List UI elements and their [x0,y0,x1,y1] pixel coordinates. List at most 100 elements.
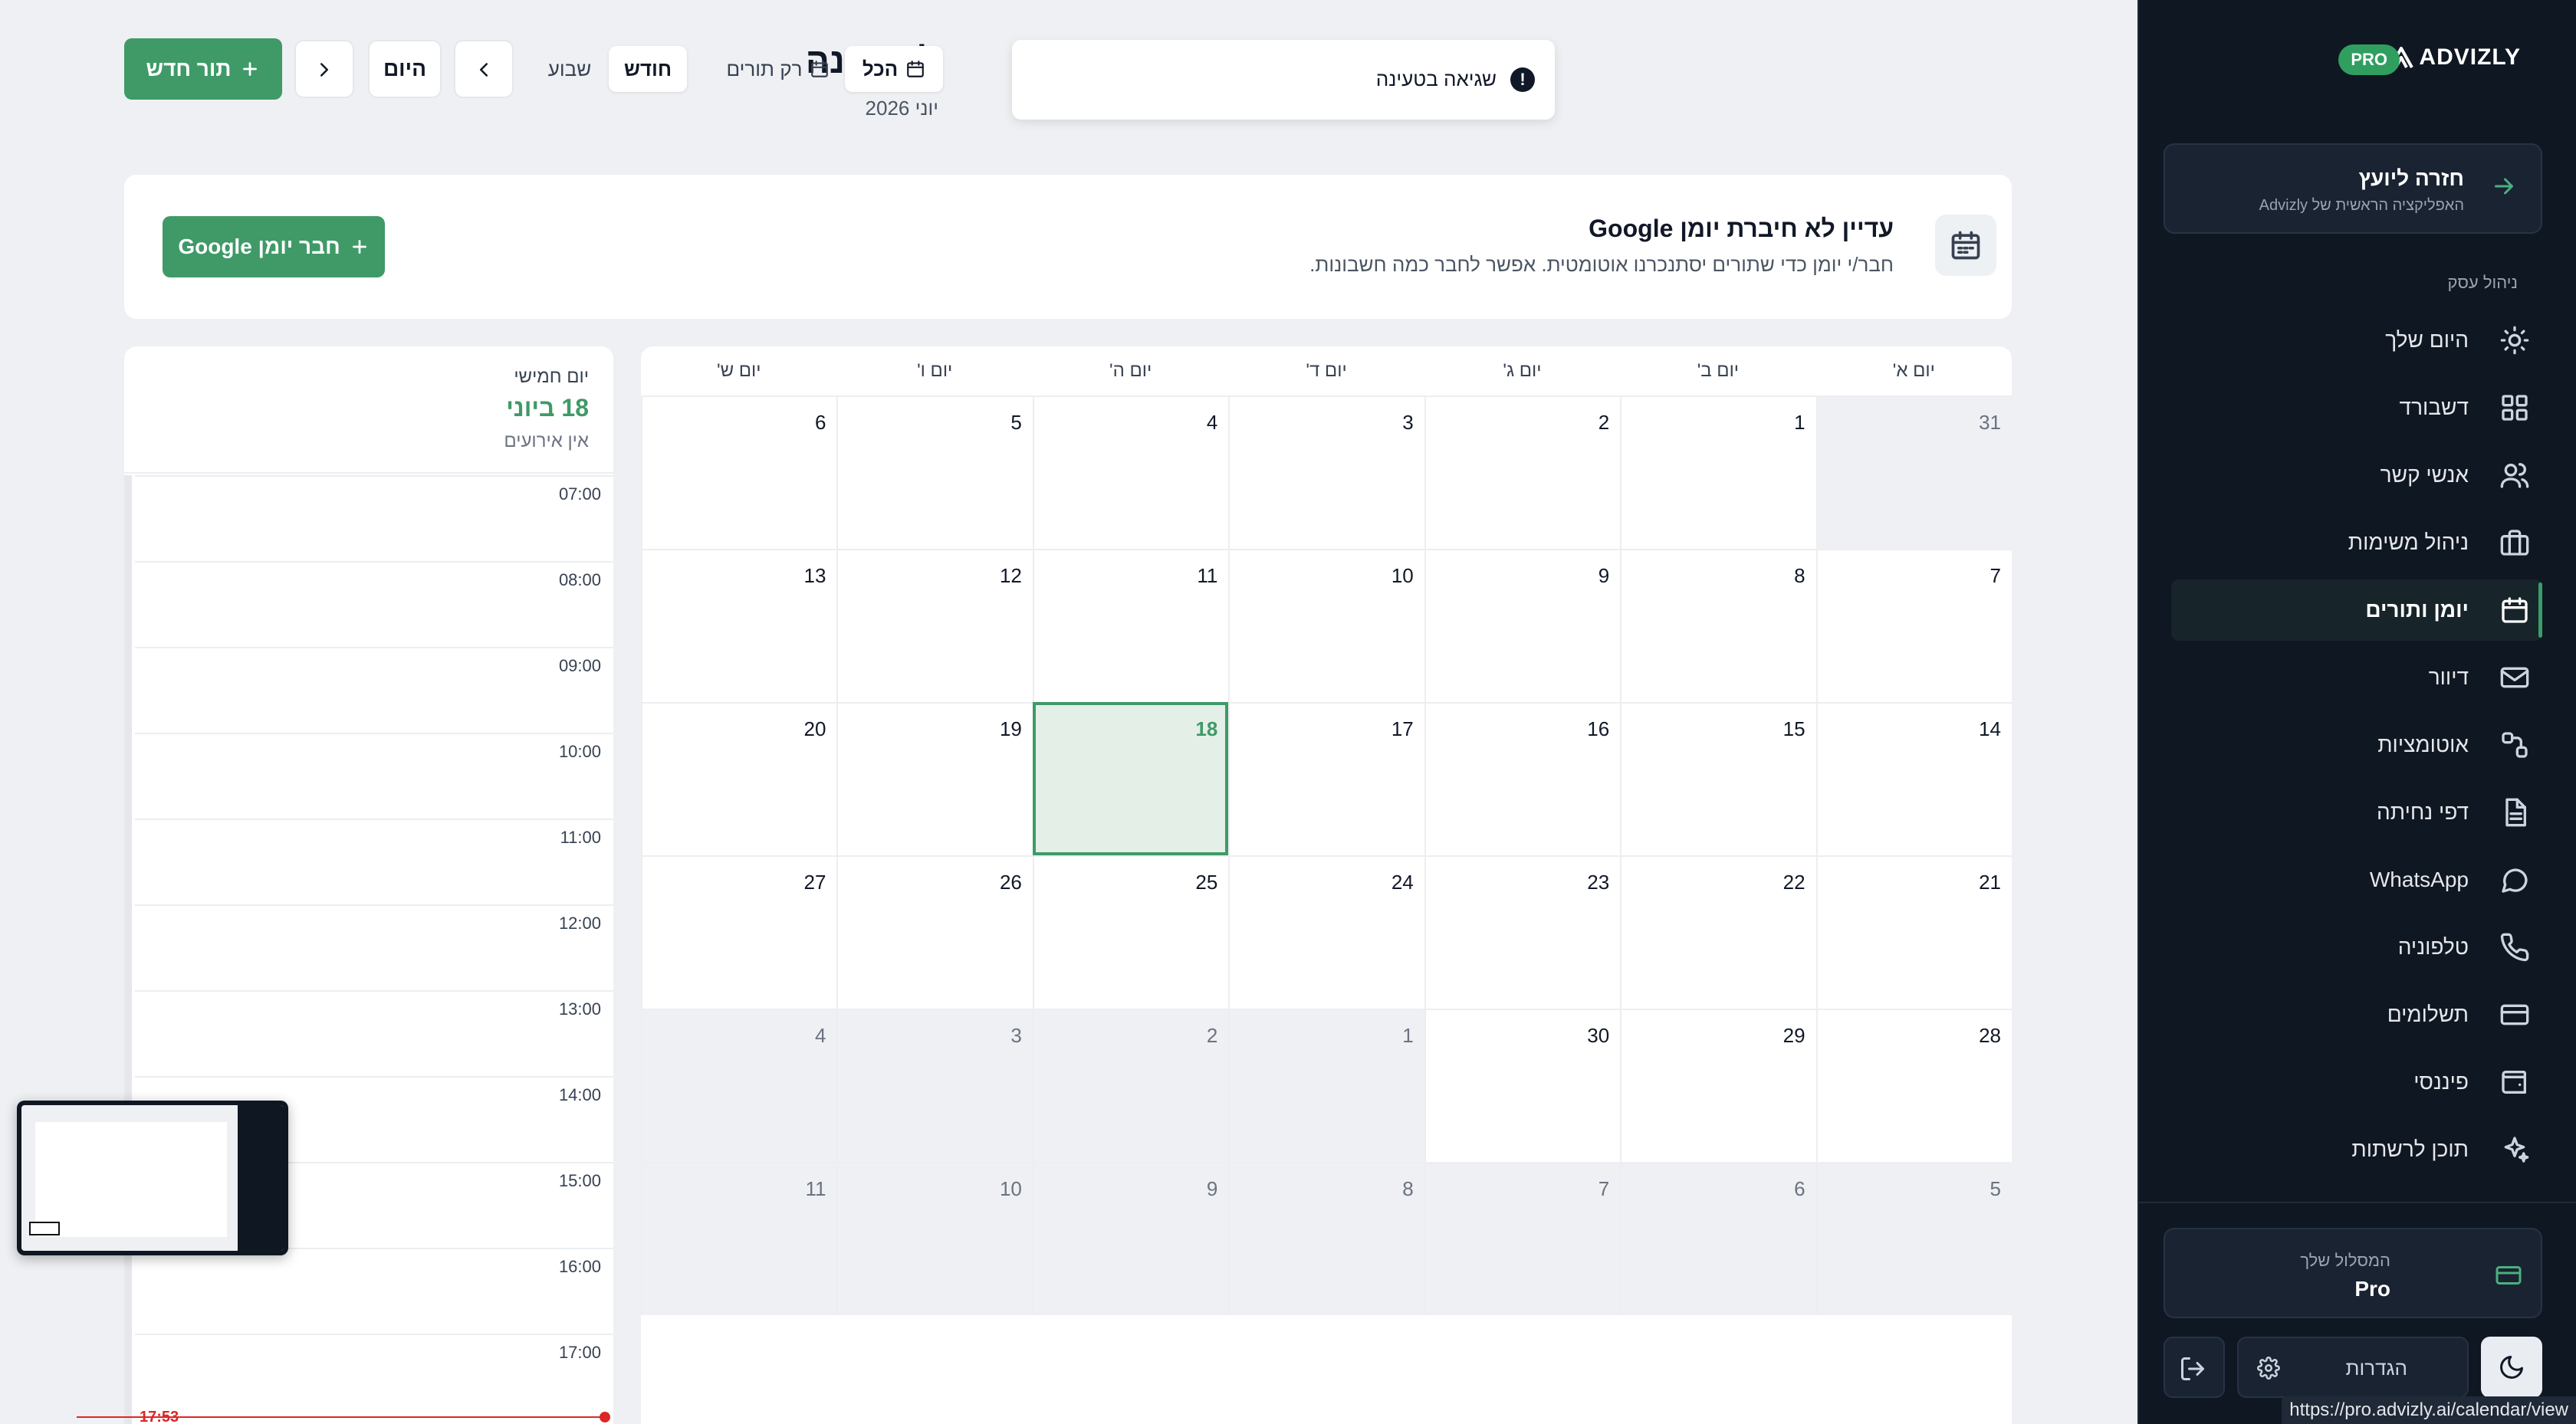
hour-slot[interactable]: 08:00 [135,561,613,647]
back-to-advisor-button[interactable]: חזרה ליועץ האפליקציה הראשית של Advizly [2164,143,2542,234]
hour-slot[interactable]: 07:00 [135,475,613,561]
sidebar-item-mailing[interactable]: דיוור [2137,644,2576,711]
day-cell[interactable]: 1 [1620,395,1816,549]
day-cell[interactable]: 22 [1620,855,1816,1009]
day-cell[interactable]: 10 [1228,549,1424,702]
day-number: 8 [1402,1177,1414,1200]
sidebar-item-payments[interactable]: תשלומים [2137,981,2576,1048]
hour-slot[interactable]: 10:00 [135,733,613,819]
hour-slot[interactable]: 11:00 [135,819,613,904]
sidebar-item-whatsapp[interactable]: WhatsApp [2137,846,2576,914]
sidebar-item-telephony[interactable]: טלפוניה [2137,914,2576,981]
day-cell[interactable]: 30 [1424,1009,1621,1162]
theme-toggle-button[interactable] [2481,1337,2542,1398]
hour-slot[interactable]: 17:00 [135,1334,613,1419]
sidebar-item-contacts[interactable]: אנשי קשר [2137,441,2576,509]
banner-title: עדיין לא חיברת יומן Google [1589,215,1894,242]
day-cell[interactable]: 3 [836,1009,1033,1162]
day-cell[interactable]: 17 [1228,702,1424,855]
day-panel-date: 18 ביוני [506,394,589,422]
today-button[interactable]: היום [368,40,442,98]
day-number: 31 [1979,411,2001,434]
automation-icon [2502,732,2528,758]
sidebar-item-social-content[interactable]: תוכן לרשתות [2137,1116,2576,1183]
sidebar-item-my-day[interactable]: היום שלך [2137,307,2576,374]
screen-preview-thumbnail[interactable] [17,1101,288,1255]
day-cell[interactable]: 9 [1424,549,1621,702]
filter-appointments-button[interactable]: רק תורים [721,46,836,92]
day-cell[interactable]: 9 [1032,1162,1229,1315]
day-cell[interactable]: 5 [836,395,1033,549]
day-cell[interactable]: 2 [1032,1009,1229,1162]
day-cell[interactable]: 14 [1815,702,2012,855]
day-cell[interactable]: 23 [1424,855,1621,1009]
day-cell-today[interactable]: 18 [1032,702,1229,855]
day-panel-scrollbar[interactable] [124,475,132,1424]
sidebar-item-label: היום שלך [2385,328,2469,352]
weekday-header: יום ב' [1697,360,1740,381]
day-number: 5 [1990,1177,2001,1200]
day-cell[interactable]: 11 [641,1162,837,1315]
day-cell[interactable]: 3 [1228,395,1424,549]
day-cell[interactable]: 31 [1815,395,2012,549]
hour-slot[interactable]: 16:00 [135,1248,613,1334]
connect-google-button[interactable]: חבר יומן Google [163,216,385,277]
day-cell[interactable]: 24 [1228,855,1424,1009]
day-number: 11 [1197,564,1218,587]
day-cell[interactable]: 12 [836,549,1033,702]
view-week-label: שבוע [547,57,592,80]
day-cell[interactable]: 29 [1620,1009,1816,1162]
day-cell[interactable]: 15 [1620,702,1816,855]
sidebar-item-landing-pages[interactable]: דפי נחיתה [2137,779,2576,846]
day-cell[interactable]: 21 [1815,855,2012,1009]
day-cell[interactable]: 19 [836,702,1033,855]
hour-slot[interactable]: 09:00 [135,647,613,733]
view-month-button[interactable]: חודש [609,46,687,92]
day-cell[interactable]: 1 [1228,1009,1424,1162]
day-cell[interactable]: 2 [1424,395,1621,549]
banner-icon-box [1935,215,1996,276]
sidebar-item-dashboard[interactable]: דשבורד [2137,374,2576,441]
new-appointment-button[interactable]: תור חדש [124,38,282,100]
day-cell[interactable]: 4 [641,1009,837,1162]
day-cell[interactable]: 8 [1620,549,1816,702]
logout-button[interactable] [2164,1337,2225,1398]
day-number: 6 [815,411,826,434]
day-cell[interactable]: 13 [641,549,837,702]
sidebar-item-calendar[interactable]: יומן ותורים [2137,576,2576,644]
day-cell[interactable]: 26 [836,855,1033,1009]
day-cell[interactable]: 6 [641,395,837,549]
previous-month-button[interactable] [454,40,514,98]
filter-all-button[interactable]: הכל [845,46,943,92]
hour-slot[interactable]: 13:00 [135,990,613,1076]
next-month-button[interactable] [294,40,354,98]
day-cell[interactable]: 28 [1815,1009,2012,1162]
day-cell[interactable]: 10 [836,1162,1033,1315]
day-cell[interactable]: 16 [1424,702,1621,855]
day-cell[interactable]: 7 [1815,549,2012,702]
day-cell[interactable]: 5 [1815,1162,2012,1315]
sidebar-item-automations[interactable]: אוטומציות [2137,711,2576,779]
day-cell[interactable]: 7 [1424,1162,1621,1315]
day-number: 10 [999,1177,1022,1200]
sidebar-item-finance[interactable]: פיננסי [2137,1048,2576,1116]
day-number: 5 [1010,411,1022,434]
plan-card[interactable]: המסלול שלך Pro [2164,1228,2542,1318]
day-cell[interactable]: 27 [641,855,837,1009]
connect-google-label: חבר יומן Google [178,235,340,258]
day-cell[interactable]: 6 [1620,1162,1816,1315]
day-number: 25 [1195,871,1218,894]
brand-logo[interactable]: ADVIZLY [2388,44,2521,71]
settings-label: הגדרות [2345,1357,2408,1380]
day-cell[interactable]: 11 [1032,549,1229,702]
day-cell[interactable]: 25 [1032,855,1229,1009]
sidebar-item-tasks[interactable]: ניהול משימות [2137,509,2576,576]
view-week-button[interactable]: שבוע [537,46,603,92]
settings-button[interactable]: הגדרות [2237,1337,2469,1398]
day-cell[interactable]: 8 [1228,1162,1424,1315]
day-cell[interactable]: 20 [641,702,837,855]
day-number: 7 [1598,1177,1610,1200]
day-number: 14 [1979,717,2001,740]
hour-slot[interactable]: 12:00 [135,904,613,990]
day-cell[interactable]: 4 [1032,395,1229,549]
